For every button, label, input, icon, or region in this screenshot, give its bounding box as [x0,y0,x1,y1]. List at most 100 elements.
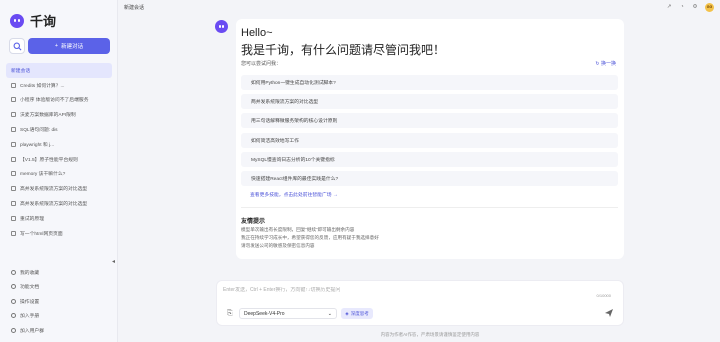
question-text: 如何简洁高效地写工作 [251,138,299,144]
question-text: 快速搭建React组件库的最佳实践是什么? [251,176,339,182]
notification-icon[interactable]: ◔ [679,4,685,10]
history-item[interactable]: playwright 和 j... [6,137,112,152]
history-item-label: SQL语句问题: dis [20,128,58,134]
sidebar-item-label: 我的收藏 [20,270,40,276]
tips-list: 模型单次输出有长度限制，回复“继续”即可输出剩余内容 我正在持续学习成长中，希望… [241,226,379,250]
suggested-questions: 如何用Python一键生成自动化测试脚本? 两并发系统限流方案的对比选型 用三句… [241,75,618,190]
greeting-line2: 我是千询，有什么问题请尽管问我吧！ [241,43,446,57]
chat-icon [11,186,16,192]
doc-icon [11,284,16,290]
chat-icon [11,201,16,207]
new-chat-label: 新建对话 [61,44,84,50]
share-icon[interactable]: ↗ [666,4,672,10]
history-item-label: 小程序 体验版访问不了后端服务 [20,98,89,104]
footer-note: 内容为作者AI作答，严肃场景请谨慎鉴定使用内容 [380,332,480,337]
history-item-label: Credits 如何计算？... [20,83,65,89]
message-composer: 0/10000 ⎘ DeepSeek-V4-Pro ⌄ ◈ 深度思考 [216,280,624,326]
tip-text: 请勿发送公司的敏感及保密信息内容 [241,243,315,248]
sidebar-item-manual[interactable]: 加入手册 [6,309,112,324]
attachment-icon[interactable]: ⎘ [227,310,233,318]
history-item-label: 沃麦方案数据库的API限制 [20,113,76,119]
history-item[interactable]: SQL语句问题: dis [6,122,112,137]
question-text: 用三句话解释微服务架构的核心设计原则 [251,119,338,125]
history-item[interactable]: 【V1.5】原子性能平台规则 [6,152,112,167]
tip-text: 我正在持续学习成长中，希望获得您的反馈，应用有疑于我选择意好 [241,235,379,240]
history-item[interactable]: 小程序 体验版访问不了后端服务 [6,93,112,108]
star-icon [11,269,16,275]
history-item[interactable]: 新建会话 [6,63,112,78]
top-actions: ↗ ◔ ⚙ GG [666,2,714,12]
chat-icon [11,112,16,118]
suggested-question[interactable]: 快速搭建React组件库的最佳实践是什么? [241,170,618,186]
question-text: MySQL慢查询日志分析的10个关键指标 [251,157,335,163]
chat-icon [11,171,16,177]
history-item-label: 写一个html网页页面 [20,231,63,237]
history-item[interactable]: 高并发系统限流方案的对比选型 [6,181,112,196]
tips-title: 友情提示 [241,219,266,225]
suggested-question[interactable]: 如何简洁高效地写工作 [241,132,618,148]
sidebar-item-label: 加入手册 [20,314,40,320]
chat-icon [11,156,16,162]
question-text: 两并发系统限流方案的对比选型 [251,100,319,106]
refresh-button[interactable]: ↻ 换一换 [595,60,616,67]
avatar[interactable]: GG [705,2,714,12]
more-skills-link[interactable]: 查看更多技能，点击此处前往智能广场 → [250,191,338,198]
history-item[interactable]: 写一个html网页页面 [6,226,112,241]
welcome-card: Hello~ 我是千询，有什么问题请尽管问我吧！ 您可以尝试问我： ↻ 换一换 … [236,19,624,259]
chevron-down-icon: ⌄ [327,310,332,317]
model-select[interactable]: DeepSeek-V4-Pro ⌄ [239,308,337,319]
chat-icon [11,97,16,103]
chat-icon [11,215,16,221]
history-item[interactable]: 重试的原理 [6,211,112,226]
suggested-question[interactable]: 如何用Python一键生成自动化测试脚本? [241,75,618,90]
sidebar-item-favorites[interactable]: 我的收藏 [6,265,112,280]
logo-icon [10,13,24,28]
sidebar: 千询 + 新建对话 新建会话 Credits 如何计算？... 小程序 体验版访… [0,0,118,342]
question-text: 如何用Python一键生成自动化测试脚本? [251,81,336,86]
search-icon [13,42,21,50]
sidebar-item-docs[interactable]: 功能文档 [6,280,112,295]
app-logo[interactable]: 千询 [10,11,56,30]
message-input[interactable] [223,287,523,293]
history-list: 新建会话 Credits 如何计算？... 小程序 体验版访问不了后端服务 沃麦… [6,63,112,241]
settings-icon[interactable]: ⚙ [692,4,698,10]
greeting-line1: Hello~ [241,27,273,39]
brain-icon: ◈ [345,310,349,316]
chat-icon [11,230,16,236]
app-name: 千询 [30,14,57,29]
history-item[interactable]: 沃麦方案数据库的API限制 [6,107,112,122]
history-item[interactable]: Credits 如何计算？... [6,78,112,93]
sidebar-item-label: 操作设置 [20,299,40,305]
plus-icon: + [54,43,59,49]
history-item[interactable]: memory 该干嘛什么? [6,167,112,182]
chat-icon [11,127,16,133]
sidebar-bottom-menu: 我的收藏 功能文档 操作设置 加入手册 加入用户群 [6,265,112,338]
history-item-label: 高并发系统限流方案的对比选型 [20,187,88,193]
sidebar-item-settings[interactable]: 操作设置 [6,294,112,309]
history-item[interactable]: 高并发系统限流方案的对比选型 [6,196,112,211]
new-chat-button[interactable]: + 新建对话 [28,38,110,54]
deep-think-label: 深度思考 [350,310,369,316]
history-item-label: 新建会话 [11,68,31,74]
deep-think-toggle[interactable]: ◈ 深度思考 [341,308,373,319]
history-item-label: 重试的原理 [20,216,44,222]
suggested-question[interactable]: MySQL慢查询日志分析的10个关键指标 [241,151,618,167]
chat-icon [11,82,16,88]
suggested-question[interactable]: 两并发系统限流方案的对比选型 [241,94,618,110]
sidebar-item-label: 功能文档 [20,285,40,291]
gear-icon [11,298,16,304]
send-button[interactable] [603,307,615,319]
search-button[interactable] [9,38,25,54]
history-item-label: 【V1.5】原子性能平台规则 [20,157,78,163]
top-bar: 新建会话 ↗ ◔ ⚙ GG [118,0,720,14]
suggested-question[interactable]: 用三句话解释微服务架构的核心设计原则 [241,113,618,129]
history-item-label: memory 该干嘛什么? [20,172,66,178]
sidebar-item-user-group[interactable]: 加入用户群 [6,323,112,338]
tip-text: 模型单次输出有长度限制，回复“继续”即可输出剩余内容 [241,227,355,232]
suggestion-label: 您可以尝试问我： [241,61,282,67]
history-item-label: playwright 和 j... [20,142,55,148]
group-icon [11,327,16,333]
refresh-label: 换一换 [600,61,616,67]
collapse-sidebar-icon[interactable]: ◂ [112,258,115,265]
chat-icon [11,141,16,147]
